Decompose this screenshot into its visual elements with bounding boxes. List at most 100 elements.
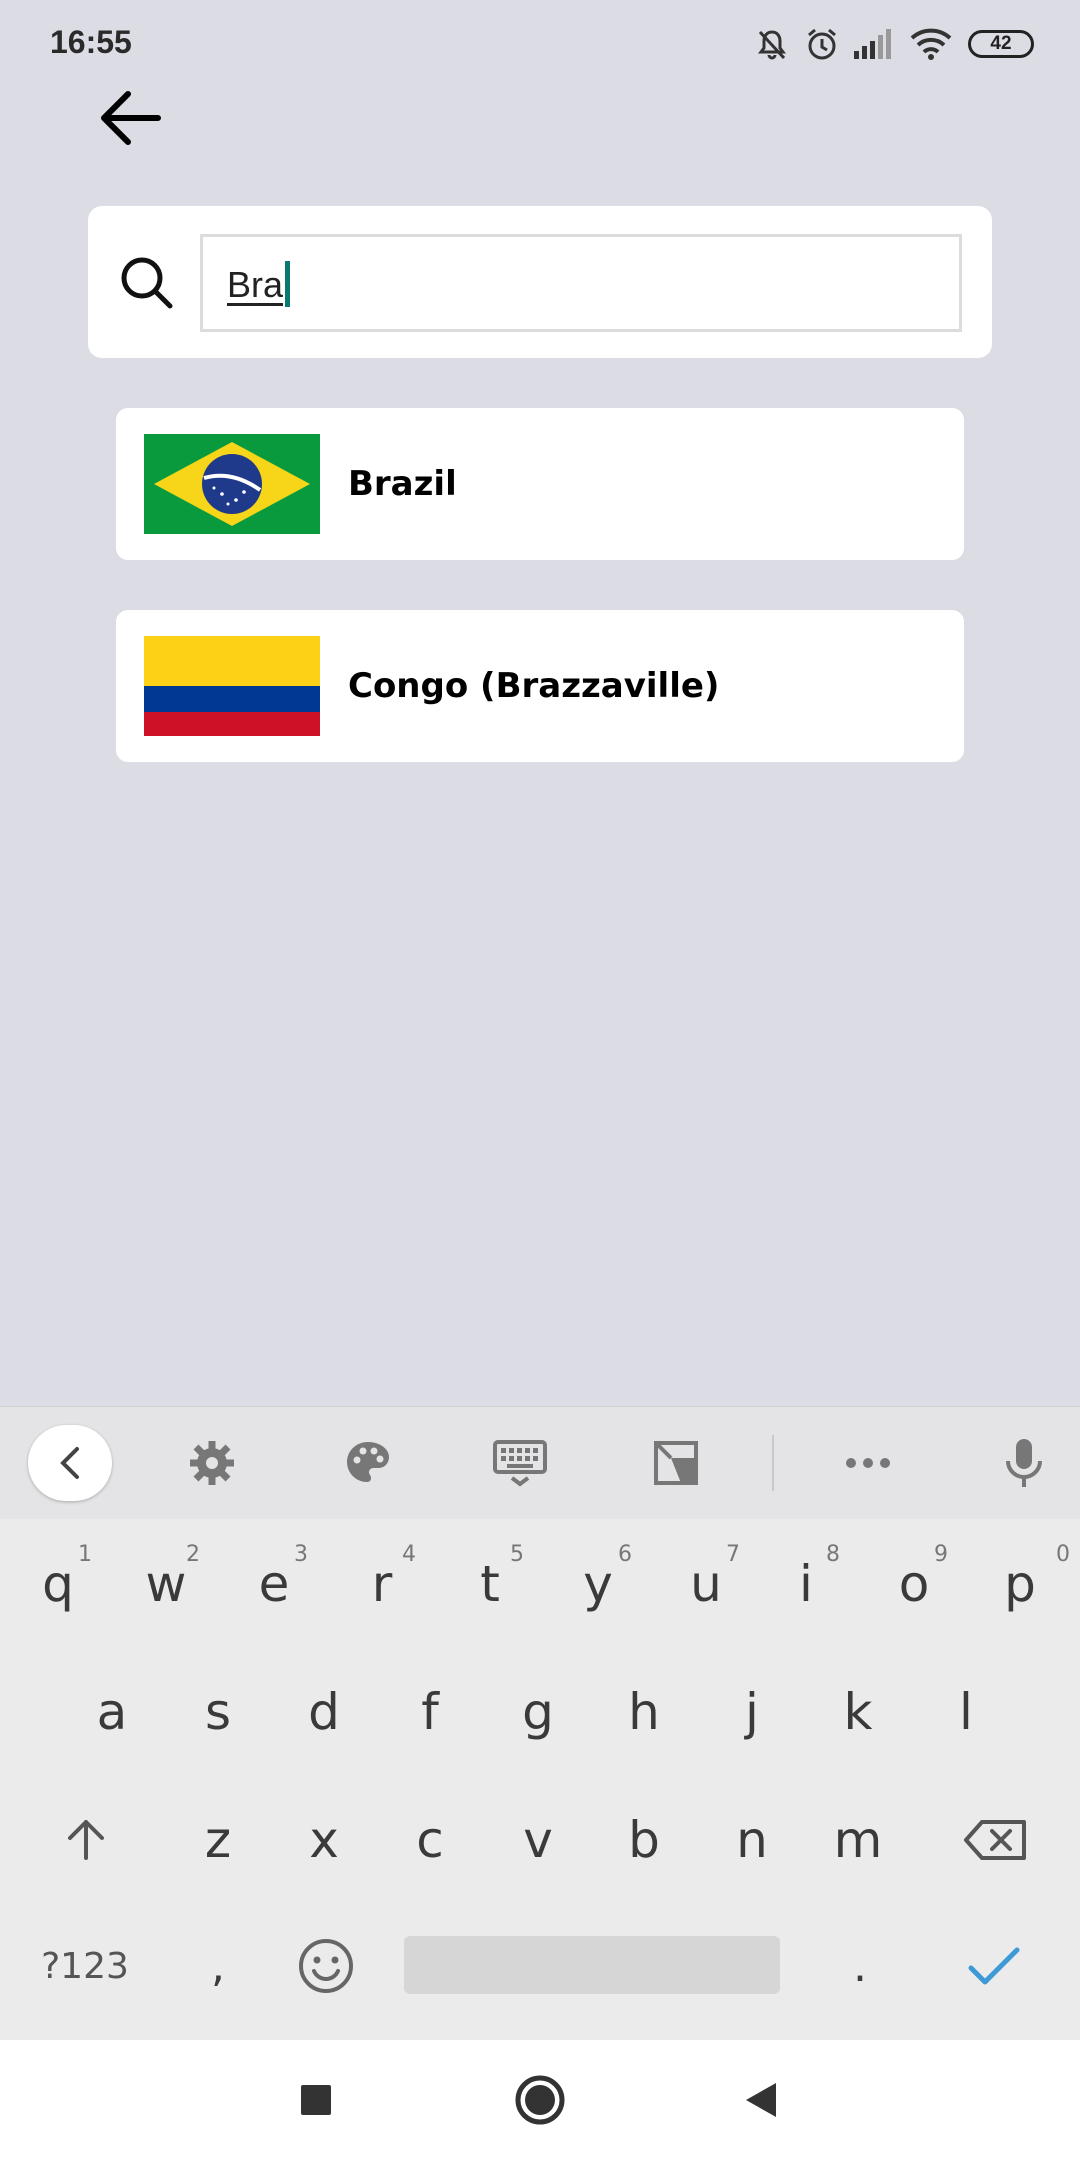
clipboard-icon[interactable] xyxy=(640,1427,712,1499)
battery-icon: 42 xyxy=(968,30,1034,58)
key-w[interactable]: w2 xyxy=(112,1534,220,1634)
key-q[interactable]: q1 xyxy=(4,1534,112,1634)
emoji-icon xyxy=(299,1939,353,1993)
alarm-icon xyxy=(802,24,842,64)
result-label: Congo (Brazzaville) xyxy=(348,666,720,706)
backspace-key[interactable] xyxy=(940,1790,1050,1890)
key-label: o xyxy=(898,1555,930,1613)
search-icon[interactable] xyxy=(118,254,176,312)
key-a[interactable]: a xyxy=(58,1662,166,1762)
enter-key[interactable] xyxy=(940,1916,1048,2016)
key-l[interactable]: l xyxy=(912,1662,1020,1762)
key-d[interactable]: d xyxy=(270,1662,378,1762)
collapse-icon[interactable] xyxy=(28,1425,112,1501)
key-label: i xyxy=(799,1555,813,1613)
key-j[interactable]: j xyxy=(698,1662,806,1762)
symbols-key[interactable]: ?123 xyxy=(20,1916,150,2016)
key-label: j xyxy=(745,1683,759,1741)
search-input[interactable]: Bra xyxy=(200,234,962,332)
comma-key[interactable]: , xyxy=(164,1916,272,2016)
key-label: p xyxy=(1004,1555,1036,1613)
navigation-bar xyxy=(0,2040,1080,2160)
mic-icon[interactable] xyxy=(988,1427,1060,1499)
key-n[interactable]: n xyxy=(698,1790,806,1890)
space-key[interactable] xyxy=(404,1936,780,1994)
soft-keyboard: q1 w2 e3 r4 t5 y6 u7 i8 o9 p0 a s d f g … xyxy=(0,1406,1080,2040)
result-item-congo-brazzaville[interactable]: Congo (Brazzaville) xyxy=(116,610,964,762)
key-p[interactable]: p0 xyxy=(966,1534,1074,1634)
back-button[interactable] xyxy=(92,80,168,156)
result-item-brazil[interactable]: Brazil xyxy=(116,408,964,560)
key-label: e xyxy=(258,1555,290,1613)
key-hint: 8 xyxy=(826,1542,840,1567)
back-arrow-icon xyxy=(101,91,161,145)
key-i[interactable]: i8 xyxy=(752,1534,860,1634)
key-label: . xyxy=(853,1940,867,1992)
key-label: x xyxy=(309,1811,339,1869)
key-label: k xyxy=(843,1683,873,1741)
battery-level: 42 xyxy=(990,33,1012,54)
keyboard-layout-icon[interactable] xyxy=(484,1427,556,1499)
key-label: r xyxy=(371,1555,393,1613)
recents-button[interactable] xyxy=(286,2070,346,2130)
key-h[interactable]: h xyxy=(590,1662,698,1762)
key-label: d xyxy=(308,1683,340,1741)
key-label: n xyxy=(736,1811,768,1869)
emoji-key[interactable] xyxy=(276,1916,376,2016)
key-k[interactable]: k xyxy=(804,1662,912,1762)
shift-icon xyxy=(68,1820,104,1860)
key-t[interactable]: t5 xyxy=(436,1534,544,1634)
period-key[interactable]: . xyxy=(806,1916,914,2016)
key-f[interactable]: f xyxy=(376,1662,484,1762)
key-label: ?123 xyxy=(41,1945,129,1987)
key-z[interactable]: z xyxy=(164,1790,272,1890)
key-label: l xyxy=(959,1683,973,1741)
back-nav-button[interactable] xyxy=(730,2070,790,2130)
square-icon xyxy=(301,2085,331,2115)
key-b[interactable]: b xyxy=(590,1790,698,1890)
key-hint: 0 xyxy=(1056,1542,1070,1567)
key-label: z xyxy=(204,1811,232,1869)
shift-key[interactable] xyxy=(28,1790,144,1890)
key-hint: 4 xyxy=(402,1542,416,1567)
key-label: g xyxy=(522,1683,554,1741)
key-label: q xyxy=(42,1555,74,1613)
key-label: v xyxy=(523,1811,553,1869)
more-icon[interactable] xyxy=(832,1427,904,1499)
palette-icon[interactable] xyxy=(332,1427,404,1499)
key-y[interactable]: y6 xyxy=(544,1534,652,1634)
keyboard-toolbar xyxy=(0,1406,1080,1519)
key-label: , xyxy=(211,1940,225,1992)
search-input-text: Bra xyxy=(227,261,291,307)
key-v[interactable]: v xyxy=(484,1790,592,1890)
key-c[interactable]: c xyxy=(376,1790,484,1890)
key-m[interactable]: m xyxy=(804,1790,912,1890)
search-value: Bra xyxy=(227,264,284,305)
key-label: w xyxy=(145,1555,187,1613)
key-hint: 3 xyxy=(294,1542,308,1567)
key-o[interactable]: o9 xyxy=(860,1534,968,1634)
key-s[interactable]: s xyxy=(164,1662,272,1762)
brazil-flag-icon xyxy=(144,434,320,534)
home-button[interactable] xyxy=(510,2070,570,2130)
key-label: y xyxy=(583,1555,613,1613)
key-g[interactable]: g xyxy=(484,1662,592,1762)
key-label: c xyxy=(416,1811,444,1869)
key-x[interactable]: x xyxy=(270,1790,378,1890)
key-hint: 5 xyxy=(510,1542,524,1567)
key-e[interactable]: e3 xyxy=(220,1534,328,1634)
check-icon xyxy=(968,1947,1020,1985)
key-label: b xyxy=(628,1811,660,1869)
text-caret xyxy=(285,261,291,307)
key-label: h xyxy=(628,1683,660,1741)
home-circle-icon xyxy=(515,2075,565,2125)
result-label: Brazil xyxy=(348,464,457,504)
key-label: f xyxy=(421,1683,439,1741)
key-hint: 7 xyxy=(726,1542,740,1567)
wifi-icon xyxy=(908,24,954,64)
settings-icon[interactable] xyxy=(176,1427,248,1499)
key-u[interactable]: u7 xyxy=(652,1534,760,1634)
key-label: a xyxy=(96,1683,128,1741)
key-r[interactable]: r4 xyxy=(328,1534,436,1634)
signal-icon xyxy=(852,24,892,64)
